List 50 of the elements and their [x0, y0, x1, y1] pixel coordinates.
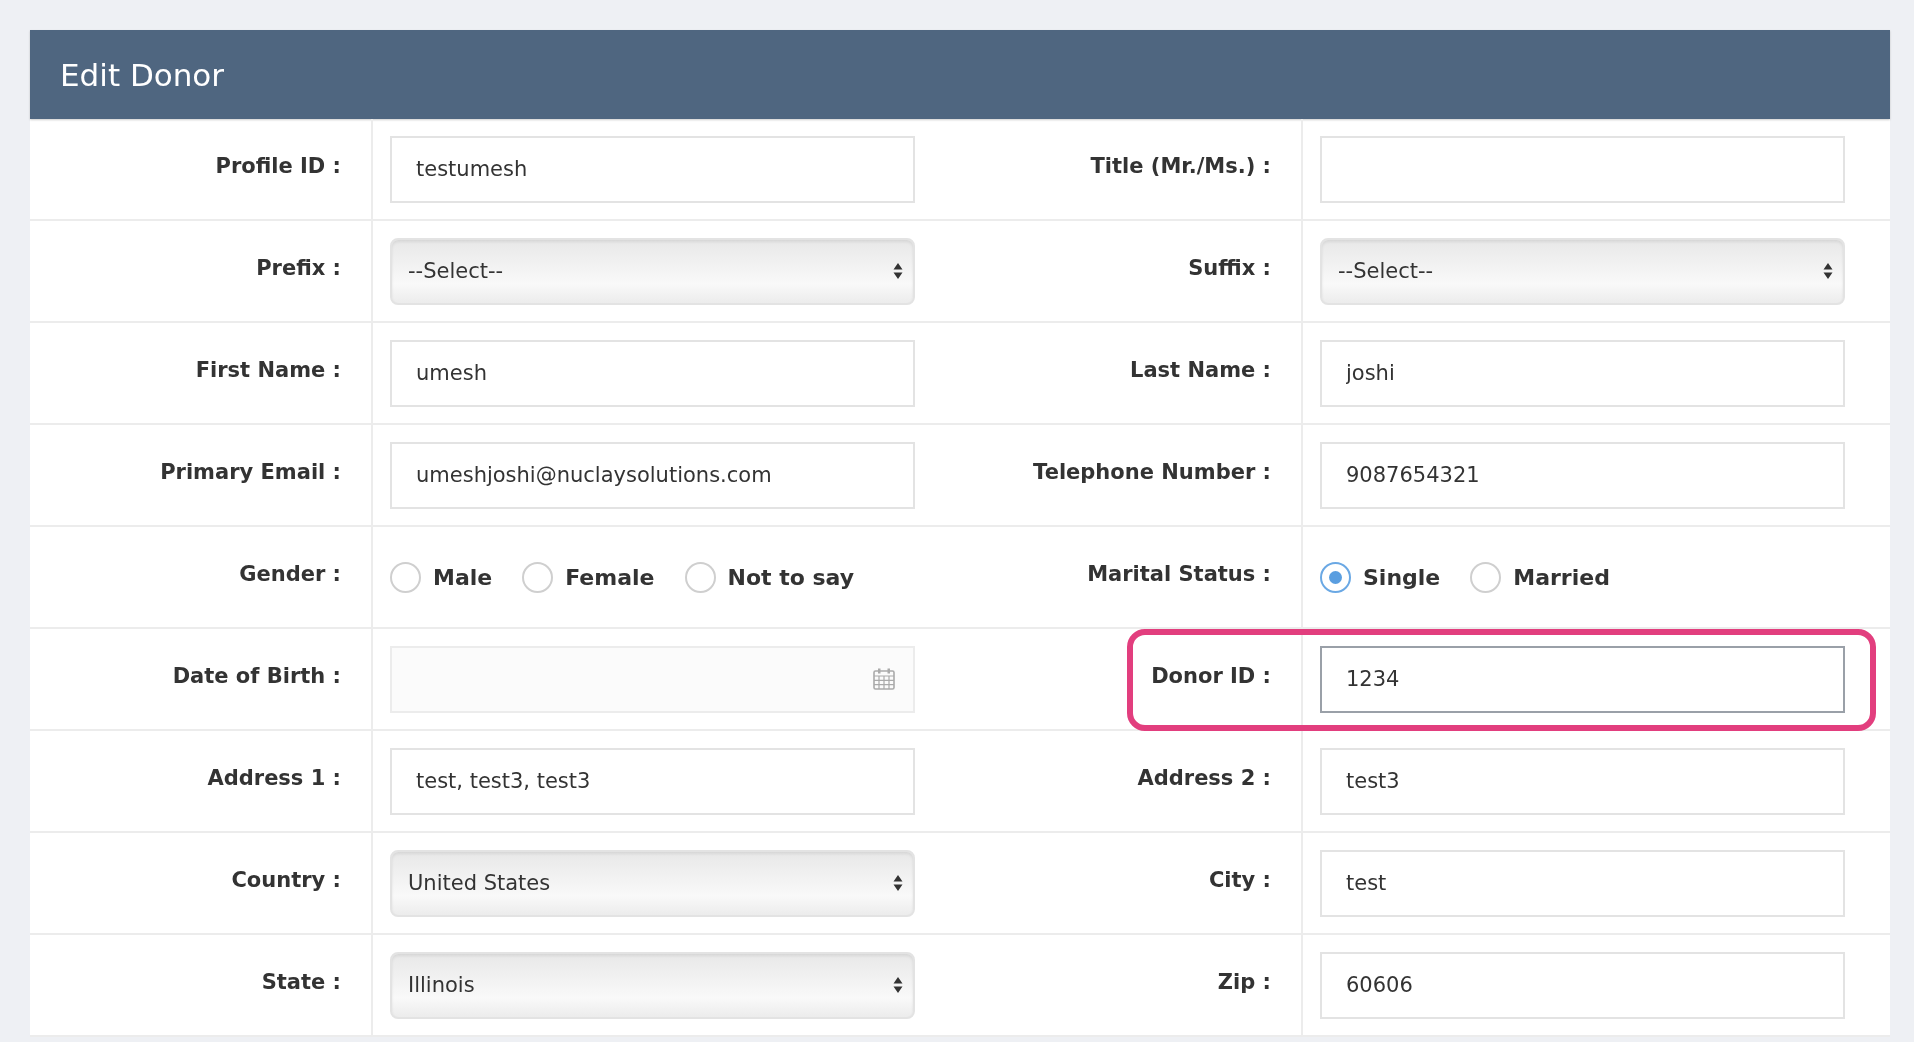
text-field[interactable]: test [1320, 849, 1845, 917]
up-down-arrows-icon [893, 874, 903, 892]
field-label: Primary Email : [160, 460, 341, 484]
text-field[interactable]: umesh [390, 339, 915, 407]
field-label: Address 2 : [1137, 766, 1271, 790]
field-label: First Name : [195, 358, 341, 382]
up-down-arrows-icon [1823, 262, 1833, 280]
field-label: Last Name : [1130, 358, 1271, 382]
field-label: Country : [231, 868, 341, 892]
field-label: Date of Birth : [172, 664, 341, 688]
radio-option[interactable]: Not to say [684, 561, 855, 593]
text-field[interactable]: testumesh [390, 135, 915, 203]
radio-option[interactable]: Married [1470, 561, 1610, 593]
radio-button[interactable] [684, 561, 716, 593]
radio-button[interactable] [522, 561, 554, 593]
field-label: City : [1208, 868, 1271, 892]
text-field[interactable]: test3 [1320, 747, 1845, 815]
select-dropdown[interactable]: Illinois [390, 951, 915, 1019]
text-field[interactable]: 9087654321 [1320, 441, 1845, 509]
up-down-arrows-icon [893, 262, 903, 280]
field-label: Marital Status : [1087, 562, 1271, 586]
field-label: Zip : [1217, 970, 1271, 994]
radio-button[interactable] [1320, 561, 1351, 593]
radio-option[interactable]: Single [1320, 561, 1441, 593]
field-label: Gender : [239, 562, 341, 586]
text-field[interactable] [1320, 135, 1845, 203]
select-dropdown[interactable]: United States [390, 849, 915, 917]
radio-option[interactable]: Male [390, 561, 493, 593]
radio-button[interactable] [390, 561, 421, 593]
radio-button[interactable] [1470, 561, 1502, 593]
radio-option[interactable]: Female [522, 561, 655, 593]
text-field[interactable]: 1234 [1320, 645, 1845, 713]
date-field[interactable] [390, 645, 915, 713]
field-label: Suffix : [1188, 256, 1271, 280]
select-dropdown[interactable]: --Select-- [390, 237, 915, 305]
field-label: Telephone Number : [1033, 460, 1271, 484]
select-dropdown[interactable]: --Select-- [1320, 237, 1845, 305]
text-field[interactable]: umeshjoshi@nuclaysolutions.com [390, 441, 915, 509]
field-label: Prefix : [256, 256, 341, 280]
text-field[interactable]: joshi [1320, 339, 1845, 407]
field-label: Title (Mr./Ms.) : [1090, 154, 1271, 178]
field-label: Address 1 : [207, 766, 341, 790]
text-field[interactable]: test, test3, test3 [390, 747, 915, 815]
panel-title: Edit Donor [60, 56, 225, 93]
text-field[interactable]: 60606 [1320, 951, 1845, 1019]
field-label: State : [261, 970, 341, 994]
field-label: Profile ID : [215, 154, 341, 178]
field-label: Donor ID : [1151, 664, 1271, 688]
up-down-arrows-icon [893, 976, 903, 994]
calendar-icon [873, 668, 895, 690]
